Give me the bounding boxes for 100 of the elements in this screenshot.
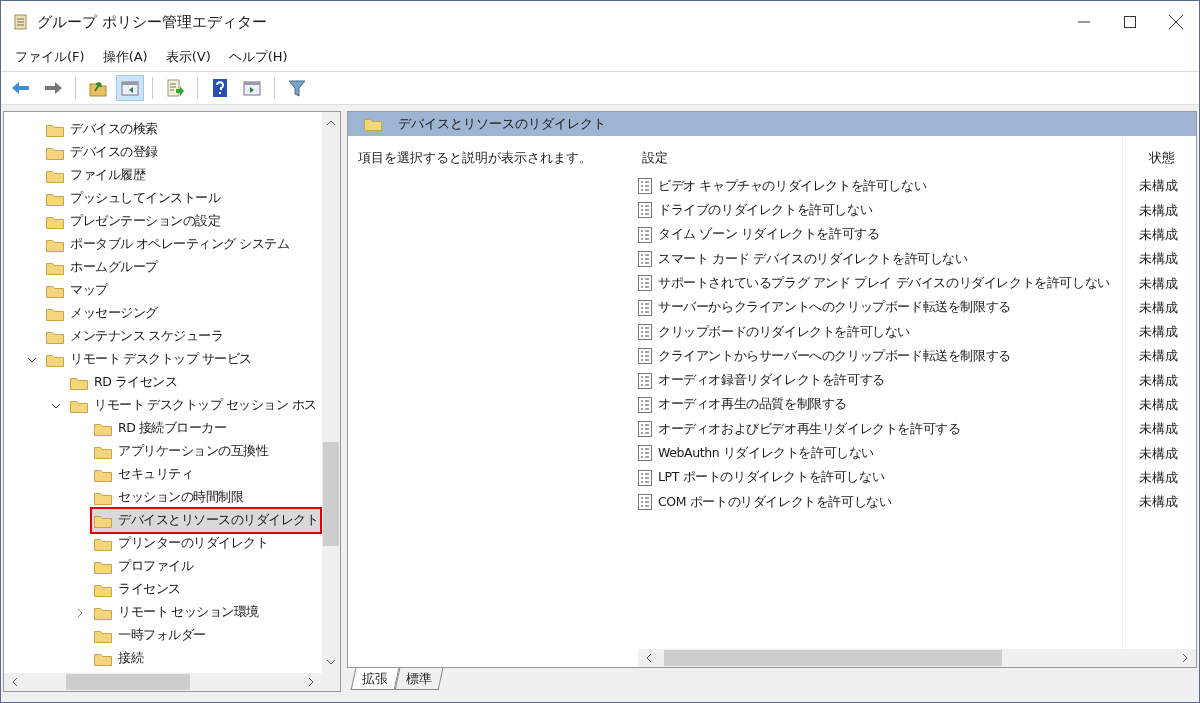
collapse-chevron-icon[interactable] bbox=[27, 356, 37, 363]
folder-icon bbox=[94, 651, 112, 666]
setting-state: 未構成 bbox=[1139, 468, 1179, 487]
tree-item[interactable]: デバイスとリソースのリダイレクト bbox=[92, 509, 320, 532]
folder-icon bbox=[46, 260, 64, 275]
view-tab[interactable]: 標準 bbox=[394, 668, 444, 690]
policy-setting-icon bbox=[638, 421, 652, 438]
scroll-right-icon[interactable] bbox=[1182, 653, 1188, 663]
policy-setting-icon bbox=[638, 372, 652, 389]
tree-item[interactable]: デバイスの登録 bbox=[44, 141, 160, 164]
policy-setting-icon bbox=[638, 323, 652, 340]
folder-icon bbox=[46, 283, 64, 298]
scroll-left-icon[interactable] bbox=[646, 653, 652, 663]
setting-name[interactable]: COM ポートのリダイレクトを許可しない bbox=[658, 492, 892, 512]
folder-icon bbox=[46, 214, 64, 229]
tree-item[interactable]: RD 接続ブローカー bbox=[92, 417, 229, 440]
setting-name[interactable]: クリップボードのリダイレクトを許可しない bbox=[658, 322, 910, 342]
tree-item[interactable]: セキュリティ bbox=[92, 463, 195, 486]
policy-setting-icon bbox=[638, 299, 652, 316]
tree-item[interactable]: リモート セッション環境 bbox=[92, 601, 261, 624]
setting-name[interactable]: オーディオ録音リダイレクトを許可する bbox=[658, 371, 885, 390]
menu-item[interactable]: ファイル(F) bbox=[7, 45, 93, 69]
policy-setting-icon bbox=[638, 178, 652, 195]
setting-name[interactable]: サポートされているプラグ アンド プレイ デバイスのリダイレクトを許可しない bbox=[658, 273, 1110, 293]
scroll-left-icon[interactable] bbox=[12, 677, 18, 687]
maximize-icon bbox=[1124, 16, 1136, 28]
tree-item[interactable]: 一時フォルダー bbox=[92, 624, 208, 647]
tree-item[interactable]: ファイル履歴 bbox=[44, 164, 147, 187]
menu-item[interactable]: 操作(A) bbox=[94, 45, 156, 69]
folder-icon bbox=[46, 168, 64, 183]
setting-name[interactable]: オーディオおよびビデオ再生リダイレクトを許可する bbox=[658, 419, 961, 439]
setting-name[interactable]: ビデオ キャプチャのリダイレクトを許可しない bbox=[658, 176, 927, 196]
tree-item[interactable]: RD ライセンス bbox=[68, 371, 180, 394]
folder-icon bbox=[94, 513, 112, 528]
folder-icon bbox=[94, 490, 112, 505]
view-tab[interactable]: 拡張 bbox=[350, 668, 400, 690]
export-list-icon bbox=[165, 78, 185, 98]
help-icon bbox=[210, 78, 230, 98]
tree-item[interactable]: リモート デスクトップ サービス bbox=[44, 348, 254, 371]
setting-state: 未構成 bbox=[1139, 226, 1179, 244]
tree-item[interactable]: リモート デスクトップ セッション ホス bbox=[68, 394, 319, 417]
setting-state: 未構成 bbox=[1139, 493, 1179, 512]
tree-item[interactable]: プレゼンテーションの設定 bbox=[44, 210, 222, 233]
setting-state: 未構成 bbox=[1139, 420, 1179, 439]
folder-icon bbox=[94, 421, 112, 436]
folder-icon bbox=[46, 352, 64, 367]
setting-name[interactable]: オーディオ再生の品質を制限する bbox=[658, 395, 847, 415]
setting-name[interactable]: LPT ポートのリダイレクトを許可しない bbox=[658, 468, 885, 488]
tree-item[interactable]: 接続 bbox=[92, 647, 145, 670]
tree-item[interactable]: プリンターのリダイレクト bbox=[92, 532, 270, 555]
folder-icon bbox=[94, 536, 112, 551]
setting-name[interactable]: クライアントからサーバーへのクリップボード転送を制限する bbox=[658, 346, 1011, 366]
pane-icon bbox=[242, 78, 262, 98]
collapse-chevron-icon[interactable] bbox=[51, 402, 61, 409]
panel-title: デバイスとリソースのリダイレクト bbox=[398, 115, 606, 134]
scroll-right-icon[interactable] bbox=[308, 677, 314, 687]
setting-name[interactable]: WebAuthn リダイレクトを許可しない bbox=[658, 444, 875, 463]
folder-icon bbox=[46, 191, 64, 206]
menu-item[interactable]: ヘルプ(H) bbox=[220, 45, 296, 69]
horizontal-scrollbar[interactable] bbox=[4, 673, 340, 691]
tree-item[interactable]: セッションの時間制限 bbox=[92, 486, 245, 509]
folder-icon bbox=[46, 145, 64, 160]
setting-state: 未構成 bbox=[1139, 347, 1179, 366]
scrollbar-thumb[interactable] bbox=[664, 650, 1002, 666]
close-icon bbox=[1169, 15, 1183, 29]
folder-icon bbox=[94, 628, 112, 643]
setting-name[interactable]: タイム ゾーン リダイレクトを許可する bbox=[658, 225, 880, 245]
tree-item[interactable]: ポータブル オペレーティング システム bbox=[44, 233, 292, 256]
tree-item[interactable]: プロファイル bbox=[92, 555, 195, 578]
scroll-down-icon[interactable] bbox=[326, 659, 336, 665]
setting-name[interactable]: ドライブのリダイレクトを許可しない bbox=[658, 201, 873, 220]
setting-name[interactable]: スマート カード デバイスのリダイレクトを許可しない bbox=[658, 249, 968, 269]
scrollbar-thumb[interactable] bbox=[66, 674, 190, 690]
expand-chevron-icon[interactable] bbox=[77, 607, 83, 618]
column-header[interactable]: 設定 bbox=[638, 136, 1122, 174]
folder-icon bbox=[94, 467, 112, 482]
pane-icon bbox=[120, 78, 140, 98]
policy-setting-icon bbox=[638, 445, 652, 462]
scroll-up-icon[interactable] bbox=[326, 120, 336, 126]
tree-item[interactable]: プッシュしてインストール bbox=[44, 187, 222, 210]
setting-state: 未構成 bbox=[1139, 371, 1179, 390]
folder-icon bbox=[46, 306, 64, 321]
horizontal-scrollbar[interactable] bbox=[638, 649, 1196, 667]
folder-icon bbox=[94, 605, 112, 620]
minimize-icon bbox=[1078, 21, 1090, 23]
tree-item[interactable]: メッセージング bbox=[44, 302, 160, 325]
policy-setting-icon bbox=[638, 202, 652, 219]
tree-item[interactable]: ライセンス bbox=[92, 578, 183, 601]
vertical-scrollbar[interactable] bbox=[322, 112, 340, 673]
folder-icon bbox=[70, 375, 88, 390]
pane-button[interactable] bbox=[116, 75, 144, 101]
tree-item[interactable]: デバイスの検索 bbox=[44, 118, 160, 141]
column-header[interactable]: 状態 bbox=[1123, 136, 1196, 174]
tree-item[interactable]: マップ bbox=[44, 279, 110, 302]
scrollbar-thumb[interactable] bbox=[323, 442, 339, 546]
tree-item[interactable]: メンテナンス スケジューラ bbox=[44, 325, 226, 348]
tree-item[interactable]: ホームグループ bbox=[44, 256, 160, 279]
tree-item[interactable]: アプリケーションの互換性 bbox=[92, 440, 270, 463]
menu-item[interactable]: 表示(V) bbox=[157, 45, 219, 69]
setting-name[interactable]: サーバーからクライアントへのクリップボード転送を制限する bbox=[658, 298, 1011, 317]
